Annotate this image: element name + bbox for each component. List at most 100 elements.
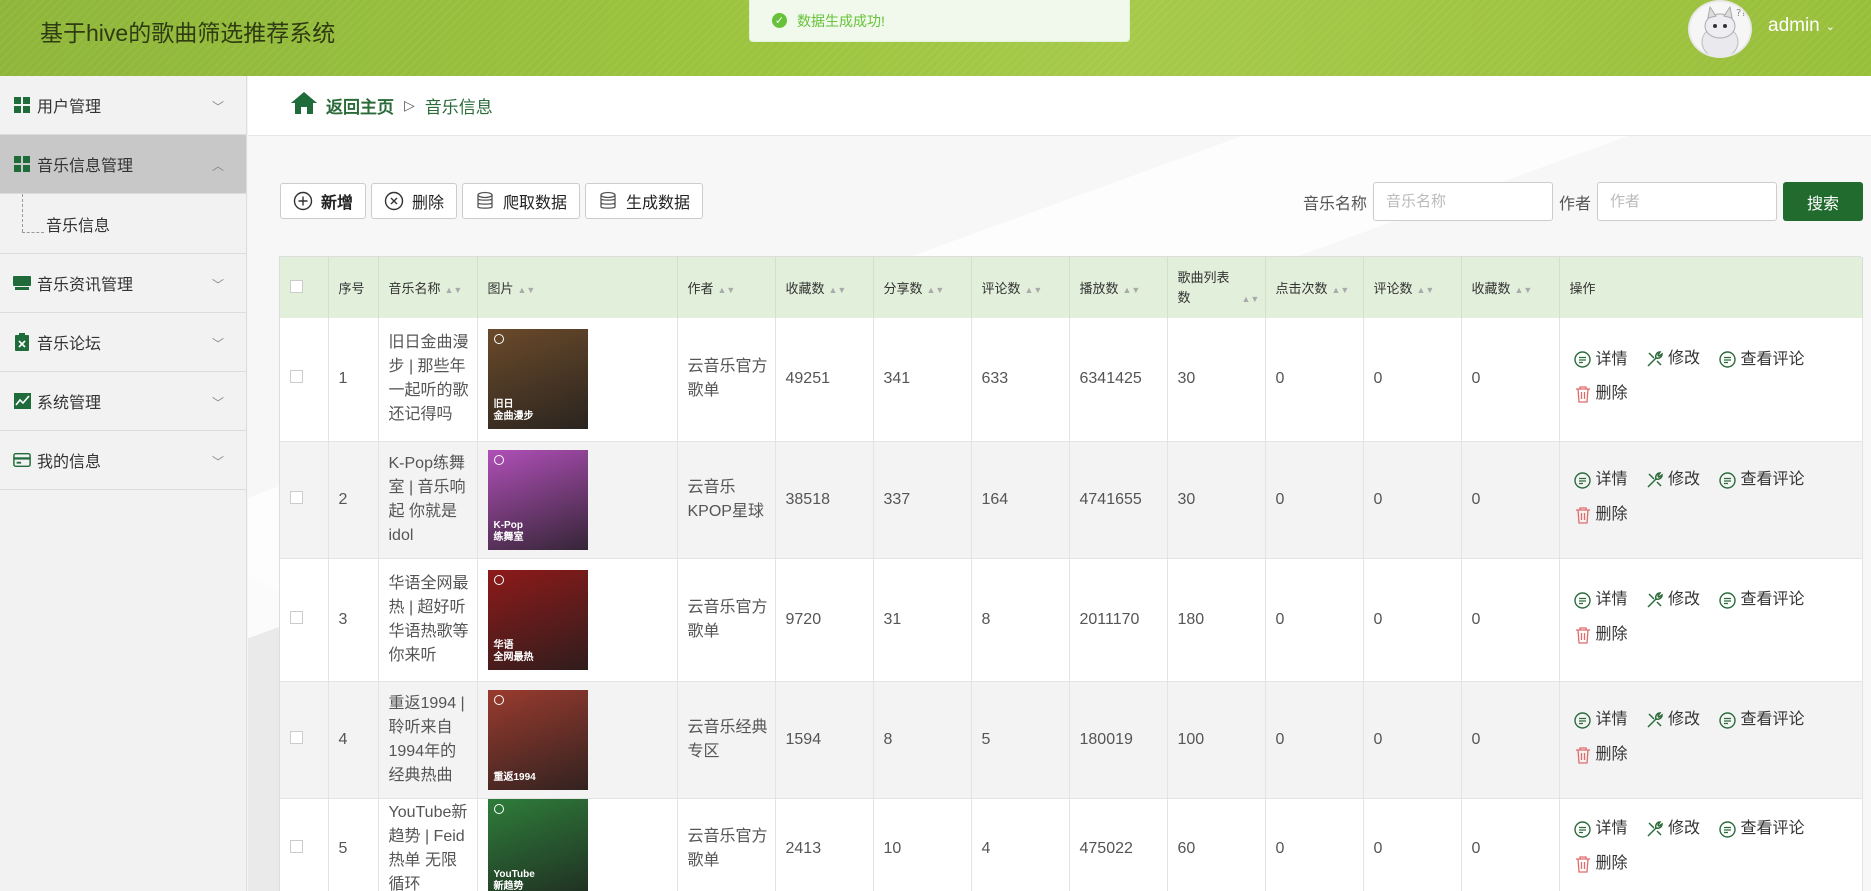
col-header[interactable]: 播放数 ▲▼ [1069,257,1168,318]
row-number-cell: 1 [328,318,379,442]
table-row[interactable]: 5 YouTube新趋势 | Feid热单 无限循环 YouTube 新趋势 云音… [280,798,1863,891]
row-checkbox[interactable] [290,490,303,504]
view-comments-button[interactable]: 查看评论 [1718,465,1804,495]
actions-cell: 详情 修改 查看评论 删除 [1559,441,1863,559]
col-header[interactable]: 评论数 ▲▼ [971,257,1070,318]
cover-caption: 重返1994 [493,771,536,783]
col-header[interactable]: 收藏数 ▲▼ [1461,257,1560,318]
sidebar-subitem-music-info[interactable]: 音乐信息 [0,194,246,254]
cover-image[interactable]: 华语 全网最热 [487,569,588,670]
sidebar-item-system-management[interactable]: 系统管理 ﹀ [0,372,246,431]
sidebar-item-music-news-management[interactable]: 音乐资讯管理 ﹀ [0,254,246,313]
col-header[interactable]: 图片 ▲▼ [477,257,678,318]
col-header[interactable]: 作者 ▲▼ [677,257,776,318]
select-all-checkbox[interactable] [290,279,303,293]
col-header[interactable]: 收藏数 ▲▼ [775,257,874,318]
row-select-cell [280,798,329,891]
row-delete-button[interactable]: 删除 [1574,849,1628,879]
add-button[interactable]: 新增 [280,183,367,219]
top-header: 基于hive的歌曲筛选推荐系统 ✓ 数据生成成功! ?? admin ⌄ [0,0,1871,76]
table-row[interactable]: 4 重返1994 | 聆听来自1994年的经典热曲 重返1994 云音乐经典专区 1… [280,681,1863,799]
cover-image[interactable]: 旧日 金曲漫步 [487,329,588,430]
cover-caption: YouTube 新趋势 [493,868,535,891]
breadcrumb-home[interactable]: 返回主页 [326,93,394,118]
music-name-input[interactable] [1373,182,1554,221]
col-header[interactable]: 分享数 ▲▼ [873,257,972,318]
col-header[interactable]: 歌曲列表数 ▲▼ [1167,257,1266,318]
sort-icon[interactable]: ▲▼ [1417,285,1435,295]
trash-icon [1574,855,1592,873]
chart-icon [13,392,31,410]
row-checkbox[interactable] [290,610,303,624]
netease-logo-icon [493,334,504,345]
detail-icon [1574,471,1592,489]
sidebar-item-music-info-management[interactable]: 音乐信息管理 ︿ [0,135,246,194]
home-icon[interactable] [290,91,318,120]
row-delete-button[interactable]: 删除 [1574,500,1628,530]
sort-icon[interactable]: ▲▼ [445,285,463,295]
detail-icon [1574,820,1592,838]
sort-icon[interactable]: ▲▼ [1515,285,1533,295]
col-header[interactable]: 音乐名称 ▲▼ [378,257,478,318]
sort-icon[interactable]: ▲▼ [1242,294,1260,304]
crawl-data-button[interactable]: 爬取数据 [462,183,581,219]
sidebar-item-music-forum[interactable]: 音乐论坛 ﹀ [0,313,246,372]
favorites-cell: 1594 [775,681,874,799]
sort-icon[interactable]: ▲▼ [718,285,736,295]
table-row[interactable]: 2 K-Pop练舞室 | 音乐响起 你就是idol K-Pop 练舞室 云音乐KP… [280,441,1863,559]
cover-image[interactable]: 重返1994 [487,689,588,790]
row-delete-button[interactable]: 删除 [1574,379,1628,409]
sort-icon[interactable]: ▲▼ [1025,285,1043,295]
row-delete-button[interactable]: 删除 [1574,620,1628,650]
detail-button[interactable]: 详情 [1574,705,1628,735]
avatar[interactable]: ?? [1688,0,1752,58]
shares-cell: 31 [873,558,972,682]
col-header[interactable]: 评论数 ▲▼ [1363,257,1462,318]
user-name: admin [1768,15,1820,36]
edit-button[interactable]: 修改 [1646,705,1700,735]
detail-button[interactable]: 详情 [1574,345,1628,375]
edit-button[interactable]: 修改 [1646,814,1700,844]
detail-button[interactable]: 详情 [1574,814,1628,844]
table-row[interactable]: 1 旧日金曲漫步 | 那些年一起听的歌 还记得吗 旧日 金曲漫步 云音乐官方歌单 4… [280,318,1863,442]
row-delete-button[interactable]: 删除 [1574,740,1628,770]
view-comments-button[interactable]: 查看评论 [1718,814,1804,844]
delete-button[interactable]: 删除 [371,183,458,219]
sort-icon[interactable]: ▲▼ [927,285,945,295]
row-number-cell: 5 [328,798,379,891]
sort-icon[interactable]: ▲▼ [1332,285,1350,295]
row-checkbox[interactable] [290,839,303,853]
netease-logo-icon [493,454,504,465]
sort-icon[interactable]: ▲▼ [518,285,536,295]
generate-data-button[interactable]: 生成数据 [585,183,704,219]
view-comments-button[interactable]: 查看评论 [1718,585,1804,615]
cover-image[interactable]: K-Pop 练舞室 [487,449,588,550]
actions-cell: 详情 修改 查看评论 删除 [1559,558,1863,682]
view-comments-button[interactable]: 查看评论 [1718,345,1804,375]
detail-button[interactable]: 详情 [1574,465,1628,495]
edit-button[interactable]: 修改 [1646,465,1700,495]
author-input[interactable] [1597,182,1778,221]
search-button[interactable]: 搜索 [1783,182,1864,221]
image-cell: K-Pop 练舞室 [477,441,678,559]
detail-button[interactable]: 详情 [1574,585,1628,615]
database-icon [598,191,618,211]
sort-icon[interactable]: ▲▼ [829,285,847,295]
user-menu[interactable]: admin ⌄ [1768,15,1835,37]
col-header[interactable]: 点击次数 ▲▼ [1265,257,1364,318]
comment-count-cell: 0 [1363,318,1462,442]
sidebar-item-user-management[interactable]: 用户管理 ﹀ [0,76,246,135]
row-checkbox[interactable] [290,730,303,744]
sort-icon[interactable]: ▲▼ [1123,285,1141,295]
comment-icon [1718,820,1736,838]
edit-button[interactable]: 修改 [1646,344,1700,374]
sidebar-item-my-info[interactable]: 我的信息 ﹀ [0,431,246,490]
music-name-cell: 重返1994 | 聆听来自1994年的经典热曲 [378,681,478,799]
table-row[interactable]: 3 华语全网最热 | 超好听华语热歌等你来听 华语 全网最热 云音乐官方歌单 972… [280,558,1863,682]
tree-branch [22,232,44,233]
edit-button[interactable]: 修改 [1646,585,1700,615]
view-comments-button[interactable]: 查看评论 [1718,705,1804,735]
row-checkbox[interactable] [290,370,303,384]
author-cell: 云音乐官方歌单 [677,318,776,442]
cover-image[interactable]: YouTube 新趋势 [487,798,588,891]
